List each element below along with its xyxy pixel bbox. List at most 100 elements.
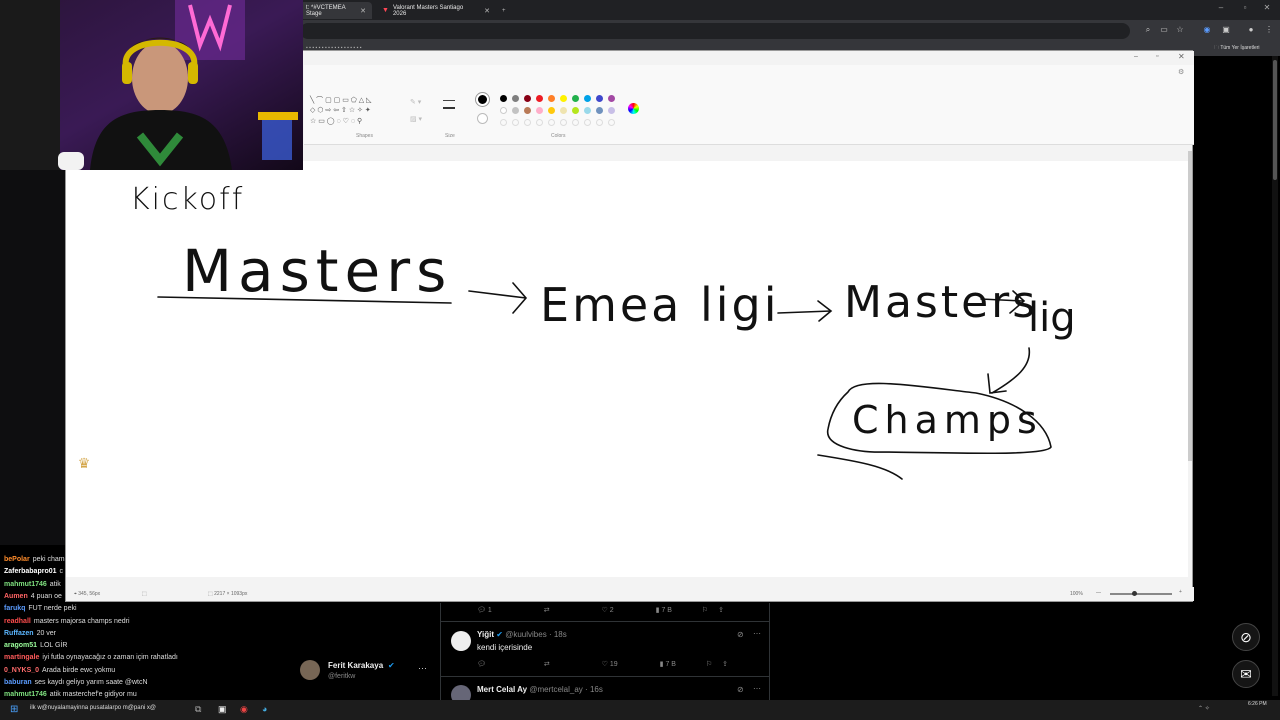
color-swatch[interactable] <box>512 107 519 114</box>
avatar[interactable]: ● <box>1246 25 1256 35</box>
canvas-scrollbar[interactable] <box>1188 151 1192 461</box>
tweet-handle[interactable]: @mertcelal_ay <box>529 685 582 694</box>
chat-username[interactable]: farukq <box>4 605 25 612</box>
messages-button[interactable]: ✉ <box>1232 660 1260 688</box>
custom-color-slot[interactable] <box>572 119 579 126</box>
custom-color-slot[interactable] <box>584 119 591 126</box>
color-swatch[interactable] <box>500 95 507 102</box>
color-swatch[interactable] <box>512 95 519 102</box>
retweet-icon[interactable]: ⇄ <box>544 607 550 614</box>
color-swatch[interactable] <box>524 107 531 114</box>
color-swatch[interactable] <box>524 95 531 102</box>
puzzle-icon[interactable]: ▣ <box>1221 25 1231 35</box>
profile-card[interactable]: Ferit Karakaya ✔ @feritkw ⋯ <box>298 658 438 688</box>
color-swatch[interactable] <box>548 107 555 114</box>
custom-color-slot[interactable] <box>596 119 603 126</box>
grok-button[interactable]: ⊘ <box>1232 623 1260 651</box>
custom-color-slot[interactable] <box>536 119 543 126</box>
paint-canvas[interactable]: Kickoff Masters Emea ligi Masters lig Ch… <box>66 161 1188 577</box>
scrollbar-thumb[interactable] <box>1273 60 1277 180</box>
custom-color-slot[interactable] <box>500 119 507 126</box>
zoom-slider-thumb[interactable] <box>1132 591 1137 596</box>
page-scrollbar[interactable] <box>1272 56 1278 696</box>
tab-valorant-masters[interactable]: ▼ Valorant Masters Santiago 2026 ✕ <box>376 2 496 19</box>
bookmark-icon[interactable]: ⚐ <box>702 607 708 614</box>
chat-username[interactable]: bePolar <box>4 556 30 563</box>
reply-icon[interactable]: 💬︎ <box>477 661 486 668</box>
grok-icon[interactable]: ⊘ <box>737 630 744 639</box>
close-icon[interactable]: ✕ <box>484 7 490 15</box>
color2-selector[interactable] <box>477 113 488 124</box>
tweet-author[interactable]: Mert Celal Ay <box>477 685 527 694</box>
maximize-icon[interactable]: ▫ <box>1240 3 1250 13</box>
chat-username[interactable]: aragom51 <box>4 642 37 649</box>
more-icon[interactable]: ⋯ <box>418 663 427 674</box>
size-button[interactable] <box>443 100 455 109</box>
app-icon[interactable]: ▣ <box>218 704 227 715</box>
color-swatch[interactable] <box>608 107 615 114</box>
all-bookmarks-link[interactable]: 🗀 Tüm Yer İşaretleri <box>1214 45 1260 53</box>
outline-icon[interactable]: ✎ ▾ <box>410 98 421 106</box>
close-window-icon[interactable]: ✕ <box>1262 3 1272 13</box>
settings-icon[interactable]: ⚙ <box>1178 68 1184 76</box>
chat-username[interactable]: martingale <box>4 654 39 661</box>
url-field[interactable] <box>300 23 1130 39</box>
close-icon[interactable]: ✕ <box>360 7 366 15</box>
color-swatch[interactable] <box>548 95 555 102</box>
minimize-icon[interactable]: – <box>1134 53 1138 60</box>
color-swatch[interactable] <box>608 95 615 102</box>
bookmark-icon[interactable]: ⚐ <box>706 661 712 668</box>
share-icon[interactable]: ⇪ <box>722 661 728 668</box>
color-swatch[interactable] <box>536 107 543 114</box>
color-swatch[interactable] <box>572 107 579 114</box>
search-icon[interactable]: ⌕ <box>1143 25 1153 35</box>
chat-username[interactable]: Zaferbabapro01 <box>4 568 57 575</box>
custom-color-slot[interactable] <box>560 119 567 126</box>
chat-username[interactable]: baburan <box>4 679 32 686</box>
zoom-slider[interactable] <box>1110 591 1172 596</box>
tweet-handle[interactable]: @kuulvibes <box>505 630 546 639</box>
grok-icon[interactable]: ⊘ <box>737 685 744 694</box>
more-icon[interactable]: ⋮ <box>1264 25 1274 35</box>
like-icon[interactable]: ♡ <box>602 607 608 614</box>
maximize-icon[interactable]: ▫ <box>1156 53 1158 60</box>
line-shape-icon[interactable]: ╲ ⌒ ▢ ▢ ▭ ⬠ △ ◺ <box>310 95 372 105</box>
zoom-in-icon[interactable]: + <box>1179 589 1182 595</box>
close-icon[interactable]: ✕ <box>1178 52 1185 61</box>
custom-color-slot[interactable] <box>548 119 555 126</box>
tray-icons[interactable]: ⌃ ✧ <box>1198 705 1210 712</box>
fill-icon[interactable]: ▨ ▾ <box>410 115 422 123</box>
edit-colors-icon[interactable] <box>628 103 639 114</box>
taskview-icon[interactable]: ⧉ <box>195 704 201 715</box>
custom-color-slot[interactable] <box>512 119 519 126</box>
tweet-author[interactable]: Yiğit <box>477 630 494 639</box>
tab-vct-emea[interactable]: t: *#VCTEMEA Stage ✕ <box>300 2 372 19</box>
windows-start-icon[interactable]: ⊞ <box>10 704 18 715</box>
chat-username[interactable]: mahmut1746 <box>4 581 47 588</box>
color-swatch[interactable] <box>596 107 603 114</box>
color1-selector[interactable] <box>476 93 489 106</box>
chat-username[interactable]: Aumen <box>4 593 28 600</box>
minimize-icon[interactable]: – <box>1216 3 1226 13</box>
color-swatch[interactable] <box>584 95 591 102</box>
reply-icon[interactable]: 💬︎ <box>477 607 486 614</box>
paint-icon[interactable]: ◕ <box>262 704 267 714</box>
chat-username[interactable]: 0_NYKS_0 <box>4 667 39 674</box>
more-icon[interactable]: ⋯ <box>753 629 761 638</box>
star-icon[interactable]: ☆ <box>1175 25 1185 35</box>
new-tab-button[interactable]: + <box>496 2 510 19</box>
chrome-icon[interactable]: ◉ <box>240 704 248 715</box>
color-swatch[interactable] <box>560 95 567 102</box>
retweet-icon[interactable]: ⇄ <box>544 661 550 668</box>
color-swatch[interactable] <box>536 95 543 102</box>
like-icon[interactable]: ♡ <box>602 661 608 668</box>
chat-username[interactable]: readhall <box>4 618 31 625</box>
chat-username[interactable]: Ruffazen <box>4 630 34 637</box>
star-shape-icon[interactable]: ☆ ▭ ◯ ◌ ♡ ◌ ⚲ <box>310 117 362 125</box>
zoom-out-icon[interactable]: — <box>1096 590 1101 596</box>
custom-color-slot[interactable] <box>524 119 531 126</box>
color-swatch[interactable] <box>572 95 579 102</box>
custom-color-slot[interactable] <box>608 119 615 126</box>
cast-icon[interactable]: ▭ <box>1159 25 1169 35</box>
color-swatch[interactable] <box>596 95 603 102</box>
